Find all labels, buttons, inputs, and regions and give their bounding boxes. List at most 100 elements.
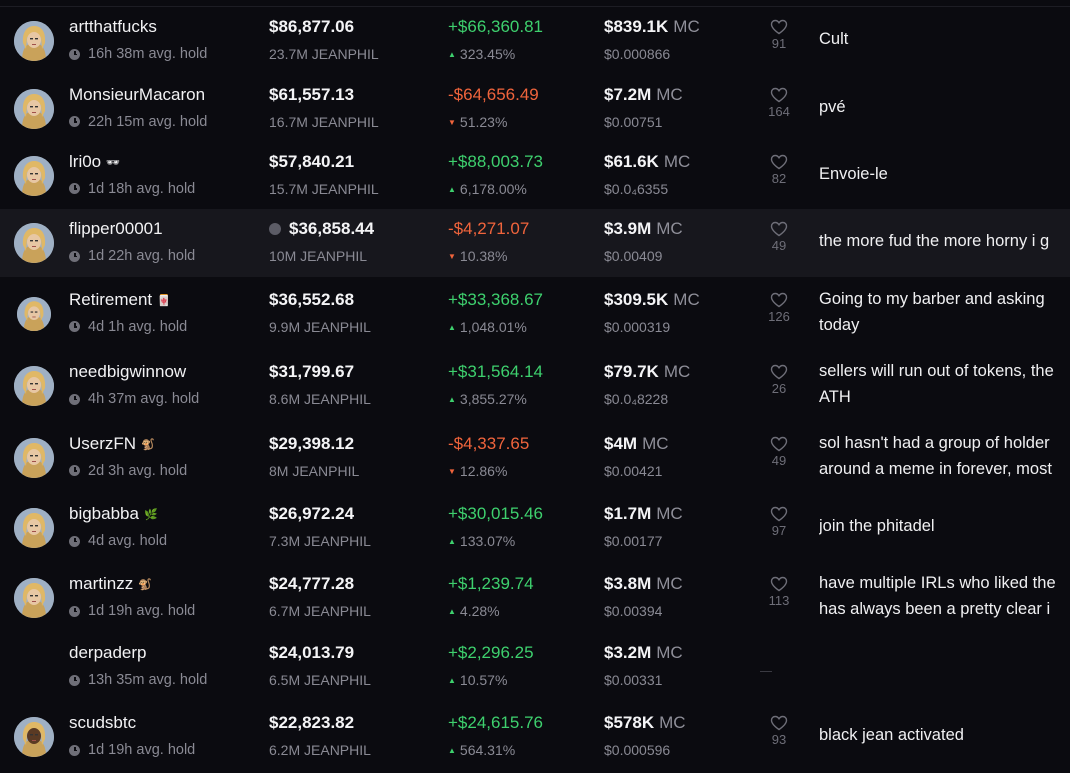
avg-hold: 1d 19h avg. hold	[69, 742, 195, 758]
like-count: 126	[768, 308, 790, 324]
username[interactable]: flipper00001	[69, 219, 168, 239]
heart-icon	[770, 715, 788, 731]
comment-text: Envoie-le	[819, 164, 888, 183]
username[interactable]: UserzFN 🐒	[69, 434, 155, 454]
avatar[interactable]	[17, 296, 51, 331]
heart-icon	[770, 576, 788, 592]
token-amount: 8.6M JEANPHIL	[269, 391, 371, 407]
pnl-percent: ▲ 10.57%	[448, 672, 508, 688]
avatar[interactable]	[14, 21, 54, 61]
token-amount: 9.9M JEANPHIL	[269, 318, 371, 335]
like-button[interactable]: 113	[764, 576, 794, 608]
avatar[interactable]	[14, 717, 54, 757]
entry-price: $0.00751	[604, 113, 663, 130]
table-row[interactable]: artthatfucks 16h 38m avg. hold $86,877.0…	[0, 7, 1070, 75]
table-row[interactable]: bigbabba 🌿 4d avg. hold $26,972.24 7.3M J…	[0, 493, 1070, 563]
username[interactable]: artthatfucks	[69, 17, 162, 37]
like-button[interactable]: 164	[764, 87, 794, 119]
clock-icon	[69, 744, 80, 756]
like-button[interactable]: 91	[764, 19, 794, 51]
triangle-up-icon: ▲	[448, 537, 456, 546]
like-button[interactable]: 26	[764, 364, 794, 396]
pnl-value: +$31,564.14	[448, 362, 544, 381]
clock-icon	[69, 535, 80, 547]
comment-text: sellers will run out of tokens, the ATH	[819, 362, 1054, 406]
entry-price: $0.00331	[604, 672, 663, 688]
pnl-percent: ▲ 3,855.27%	[448, 391, 527, 407]
table-row[interactable]: scudsbtc 1d 19h avg. hold $22,823.82 6.2…	[0, 701, 1070, 773]
like-button[interactable]: 82	[764, 154, 794, 186]
avatar[interactable]	[14, 578, 54, 618]
market-cap: $3.9M MC	[604, 219, 683, 238]
like-count: 93	[771, 732, 787, 747]
table-row[interactable]: needbigwinnow 4h 37m avg. hold $31,799.6…	[0, 350, 1070, 422]
username[interactable]: MonsieurMacaron	[69, 85, 210, 105]
table-row[interactable]: Retirement 🀄 4d 1h avg. hold $36,552.68 9…	[0, 277, 1070, 350]
like-button[interactable]: 93	[764, 715, 794, 747]
triangle-up-icon: ▲	[448, 322, 456, 332]
avg-hold: 22h 15m avg. hold	[69, 114, 207, 130]
like-button[interactable]: 49	[764, 436, 794, 468]
table-row[interactable]: martinzz 🐒 1d 19h avg. hold $24,777.28 6.…	[0, 563, 1070, 633]
clock-icon	[69, 465, 80, 476]
pnl-percent: ▲ 1,048.01%	[448, 318, 527, 335]
token-amount: 6.7M JEANPHIL	[269, 603, 371, 619]
pnl-percent: ▲ 4.28%	[448, 603, 500, 619]
triangle-up-icon: ▲	[448, 50, 456, 59]
heart-icon	[770, 221, 788, 237]
comment-text: Cult	[819, 30, 849, 48]
username[interactable]: Retirement 🀄	[69, 290, 171, 310]
pnl-percent: ▲ 133.07%	[448, 533, 516, 549]
triangle-up-icon: ▲	[448, 746, 456, 755]
triangle-up-icon: ▲	[448, 395, 456, 404]
clock-icon	[69, 605, 80, 617]
heart-icon	[770, 154, 788, 169]
username[interactable]: martinzz 🐒	[69, 574, 152, 594]
market-cap: $3.2M MC	[604, 643, 683, 662]
token-amount: 16.7M JEANPHIL	[269, 113, 379, 130]
pnl-value: +$30,015.46	[448, 504, 544, 523]
username[interactable]: lri0o 🕶	[69, 152, 120, 172]
username[interactable]: scudsbtc	[69, 713, 141, 733]
like-button[interactable]: 49	[764, 221, 794, 253]
market-cap: $3.8M MC	[604, 574, 683, 593]
avatar[interactable]	[14, 437, 54, 478]
like-button[interactable]: 126	[764, 292, 794, 324]
avatar[interactable]	[14, 88, 54, 129]
holding-value: $29,398.12	[269, 433, 355, 453]
table-row[interactable]: UserzFN 🐒 2d 3h avg. hold $29,398.12 8M J…	[0, 422, 1070, 493]
avg-hold: 1d 18h avg. hold	[69, 181, 195, 197]
username[interactable]: needbigwinnow	[69, 362, 191, 382]
table-row[interactable]: flipper00001 1d 22h avg. hold $36,858.44…	[0, 209, 1070, 277]
username[interactable]: derpaderp	[69, 643, 152, 663]
market-cap: $79.7K MC	[604, 362, 691, 381]
like-count: 26	[771, 381, 787, 396]
token-amount: 6.5M JEANPHIL	[269, 672, 371, 688]
info-icon[interactable]	[269, 223, 281, 235]
avatar[interactable]	[14, 223, 54, 263]
entry-price: $0.00421	[604, 462, 663, 479]
market-cap: $578K MC	[604, 713, 686, 732]
table-row[interactable]: MonsieurMacaron 22h 15m avg. hold $61,55…	[0, 75, 1070, 142]
avatar[interactable]	[14, 366, 54, 406]
entry-price: $0.000866	[604, 46, 671, 62]
triangle-down-icon: ▼	[448, 117, 456, 127]
user-badge-icon: 🐒	[141, 438, 155, 451]
table-row[interactable]: derpaderp 13h 35m avg. hold $24,013.79 6…	[0, 633, 1070, 701]
avg-hold: 16h 38m avg. hold	[69, 46, 207, 62]
username[interactable]: bigbabba 🌿	[69, 504, 158, 524]
like-button[interactable]: 97	[764, 506, 794, 538]
avatar[interactable]	[14, 508, 54, 548]
pnl-percent: ▲ 564.31%	[448, 742, 516, 758]
entry-price: $0.000319	[604, 318, 671, 335]
avg-hold: 2d 3h avg. hold	[69, 463, 187, 479]
holding-value: $31,799.67	[269, 362, 355, 381]
heart-icon	[770, 87, 788, 102]
avatar[interactable]	[14, 155, 54, 196]
like-count: 164	[768, 103, 790, 119]
triangle-down-icon: ▼	[448, 466, 456, 476]
user-badge-icon: 🐒	[138, 579, 152, 591]
pnl-value: -$4,271.07	[448, 219, 530, 238]
table-row[interactable]: lri0o 🕶 1d 18h avg. hold $57,840.21 15.7M…	[0, 142, 1070, 209]
heart-icon	[770, 436, 788, 451]
